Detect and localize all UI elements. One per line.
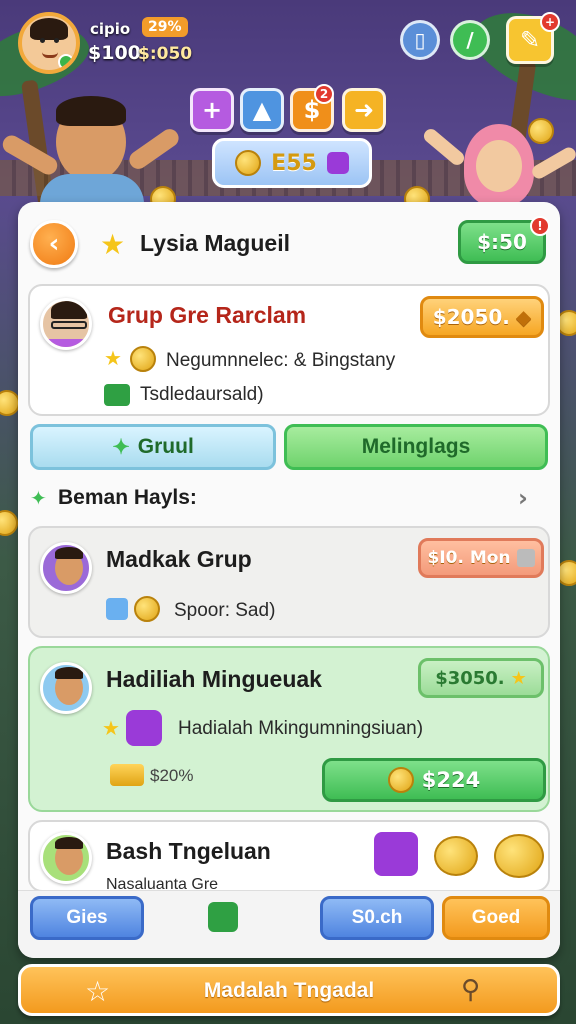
gold-value: $20% bbox=[150, 766, 194, 785]
gem-box-icon bbox=[374, 832, 418, 876]
gifts-button[interactable]: Gies bbox=[30, 896, 144, 940]
panel-header: ‹ ★ Lysia Magueil $:50 ! bbox=[18, 202, 560, 280]
player-name: cipio bbox=[90, 20, 131, 38]
featured-price: $2050. bbox=[432, 305, 510, 329]
star-icon: ★ bbox=[104, 346, 122, 370]
map-icon bbox=[106, 598, 128, 620]
featured-card[interactable]: Grup Gre Rarclam $2050. ◆ ★ Negumnnelec:… bbox=[28, 284, 550, 416]
good-button[interactable]: Goed bbox=[442, 896, 550, 940]
player-avatar[interactable] bbox=[18, 12, 80, 74]
tab-gruul[interactable]: ✦ Gruul bbox=[30, 424, 276, 470]
coin-icon bbox=[387, 767, 414, 793]
avatar bbox=[40, 298, 92, 350]
coin-icon bbox=[130, 346, 156, 372]
tab-melinglags[interactable]: Melinglags bbox=[284, 424, 548, 470]
edit-icon[interactable]: / bbox=[450, 20, 490, 60]
list-item[interactable]: Hadiliah Minguеuak $3050. ★ ★ Hadialah M… bbox=[28, 646, 550, 812]
cash-icon[interactable] bbox=[208, 902, 238, 932]
secondary-balance: $:050 bbox=[138, 44, 193, 64]
coin-icon bbox=[134, 596, 160, 622]
row-title: Hadiliah Minguеuak bbox=[106, 666, 322, 692]
currency-amount: E55 bbox=[271, 150, 317, 176]
alert-badge: + bbox=[540, 12, 560, 32]
row-subtitle: Hadialah Mkingumningsiuan) bbox=[178, 718, 424, 739]
featured-price-button[interactable]: $2050. ◆ bbox=[420, 296, 544, 338]
section-title: Beman Hayls: bbox=[58, 486, 197, 509]
coin-icon bbox=[235, 150, 262, 176]
cash-icon bbox=[104, 384, 130, 406]
avatar bbox=[40, 832, 92, 884]
star-icon: ★ bbox=[510, 667, 527, 689]
balance-label: $100 bbox=[88, 42, 141, 64]
row-price-button[interactable]: $3050. ★ bbox=[418, 658, 544, 698]
gem-box-icon bbox=[126, 710, 162, 746]
star-icon: ★ bbox=[102, 716, 120, 740]
chevron-right-icon[interactable]: › bbox=[518, 484, 528, 512]
box-icon: ◆ bbox=[515, 305, 532, 329]
currency-pill[interactable]: E55 bbox=[212, 138, 372, 188]
row-title: Madkak Grup bbox=[106, 546, 252, 572]
row-price: $I0. Mon bbox=[427, 548, 511, 568]
level-badge: 29% bbox=[142, 17, 188, 37]
list-item[interactable]: Bash Tngeluan Nasaluanta Gre bbox=[28, 820, 550, 893]
character-woman bbox=[420, 120, 576, 210]
main-panel: ‹ ★ Lysia Magueil $:50 ! Grup Gre Rarcla… bbox=[18, 202, 560, 958]
row-action-value: $224 bbox=[421, 768, 481, 792]
dollar-badge: 2 bbox=[314, 84, 334, 104]
row-title: Bash Tngeluan bbox=[106, 838, 271, 864]
list-item[interactable]: Madkak Grup $I0. Mon Spoor: Sad) bbox=[28, 526, 550, 638]
tab-melinglags-label: Melinglags bbox=[361, 435, 471, 458]
featured-title: Grup Gre Rarclam bbox=[108, 302, 307, 328]
featured-line1: Negumnnelec: & Bingstany bbox=[166, 350, 396, 371]
magnifier-icon[interactable]: ⚲ bbox=[461, 975, 480, 1005]
slash-icon bbox=[516, 549, 535, 567]
row-price: $3050. bbox=[435, 667, 505, 689]
arrow-right-icon[interactable]: ➜ bbox=[342, 88, 386, 132]
upgrade-icon[interactable]: ▲ bbox=[240, 88, 284, 132]
star-icon: ★ bbox=[100, 228, 126, 261]
featured-line2: Tsdledaursald) bbox=[140, 384, 264, 405]
gem-box-icon bbox=[326, 152, 349, 174]
avatar bbox=[40, 542, 92, 594]
phone-icon[interactable]: ▯ bbox=[400, 20, 440, 60]
sparkle-icon: ✦ bbox=[30, 486, 47, 510]
header-badge: ! bbox=[530, 216, 550, 236]
row-price-button[interactable]: $I0. Mon bbox=[418, 538, 544, 578]
row-subtitle: Spoor: Sad) bbox=[174, 600, 276, 621]
avatar bbox=[40, 662, 92, 714]
coin-stack-icon bbox=[434, 836, 478, 876]
coin-icon bbox=[0, 390, 20, 416]
add-button[interactable]: + bbox=[190, 88, 234, 132]
verified-icon bbox=[58, 54, 74, 70]
search-button[interactable]: S0.ch bbox=[320, 896, 434, 940]
footer-bar[interactable]: ☆ Madalah Tngadal ⚲ bbox=[18, 964, 560, 1016]
tab-gruul-label: Gruul bbox=[137, 435, 194, 458]
row-action-button[interactable]: $224 bbox=[322, 758, 546, 802]
character-man bbox=[0, 96, 183, 214]
dollar-coin-icon bbox=[494, 834, 544, 878]
panel-title: Lysia Magueil bbox=[140, 230, 290, 256]
back-button[interactable]: ‹ bbox=[30, 220, 78, 268]
coin-icon bbox=[0, 510, 18, 536]
gold-bar-icon bbox=[110, 764, 144, 786]
sparkle-icon: ✦ bbox=[112, 435, 130, 459]
